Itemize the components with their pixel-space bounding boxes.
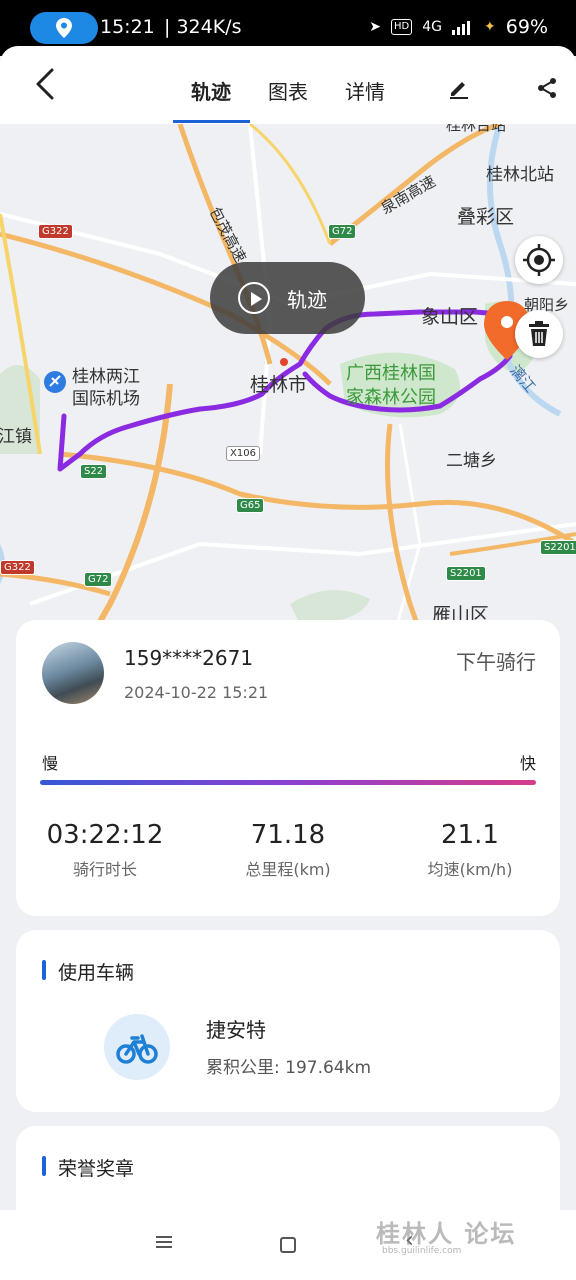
status-time: 15:21 xyxy=(100,16,155,38)
stat-avg-speed: 21.1 均速(km/h) xyxy=(385,820,555,880)
road-badge-g72-2: G72 xyxy=(84,572,113,587)
delete-button[interactable] xyxy=(515,310,563,358)
road-badge-g72: G72 xyxy=(328,224,357,239)
forum-watermark: 桂林人 论坛 xyxy=(376,1220,517,1248)
locate-button[interactable] xyxy=(515,236,563,284)
edit-button[interactable] xyxy=(447,76,471,100)
map-label-xiangshan: 象山区 xyxy=(421,306,479,328)
stat-distance: 71.18 总里程(km) xyxy=(203,820,373,880)
bicycle-icon xyxy=(116,1034,158,1064)
vehicle-name: 捷安特 xyxy=(206,1018,266,1042)
forum-watermark-url: bbs.guilinlife.com xyxy=(382,1246,462,1256)
map-label-airport-2: 国际机场 xyxy=(72,389,140,409)
stat-avg-speed-label: 均速(km/h) xyxy=(427,860,513,879)
chevron-left-icon xyxy=(36,68,54,100)
speed-fast-label: 快 xyxy=(519,754,536,773)
map-label-guilin-city: 桂林市 xyxy=(250,374,308,396)
vehicle-card[interactable]: 使用车辆 捷安特 累积公里: 197.64km xyxy=(16,930,560,1112)
stat-distance-label: 总里程(km) xyxy=(245,860,331,879)
battery-label: 69% xyxy=(505,16,548,38)
vehicle-mileage: 累积公里: 197.64km xyxy=(206,1058,372,1078)
location-pin-icon xyxy=(56,18,72,38)
stat-duration-label: 骑行时长 xyxy=(72,860,137,879)
share-icon xyxy=(538,78,556,98)
map-label-forest-park-2: 家森林公园 xyxy=(346,387,436,408)
user-name: 159****2671 xyxy=(124,646,254,670)
road-badge-g322-2: G322 xyxy=(0,560,35,575)
avatar[interactable] xyxy=(42,642,104,704)
play-track-label: 轨迹 xyxy=(287,288,327,312)
ride-type: 下午骑行 xyxy=(456,650,536,674)
crosshair-icon xyxy=(523,244,555,276)
active-tab-indicator xyxy=(173,120,250,123)
trash-icon xyxy=(529,321,549,346)
ride-datetime: 2024-10-22 15:21 xyxy=(124,683,269,702)
network-type-label: 4G xyxy=(422,19,443,35)
road-badge-s22: S22 xyxy=(80,464,108,479)
map-label-jiang-town: 江镇 xyxy=(0,427,32,447)
nav-home-button[interactable] xyxy=(280,1237,296,1253)
road-badge-s2201: S2201 xyxy=(446,566,486,581)
map-label-guilin-top: 桂林台站 xyxy=(446,124,507,134)
map-label-guilin-north: 桂林北站 xyxy=(486,165,554,185)
notification-app-icon: ✦ xyxy=(484,19,496,35)
road-badge-g65: G65 xyxy=(236,498,265,513)
share-button[interactable] xyxy=(535,76,559,100)
tab-track[interactable]: 轨迹 xyxy=(191,76,231,105)
map-label-diecai: 叠彩区 xyxy=(457,206,515,228)
hd-icon: HD xyxy=(391,19,413,35)
status-network-speed: | 324K/s xyxy=(164,16,242,38)
medal-section-title: 荣誉奖章 xyxy=(42,1154,134,1181)
stat-duration-value: 03:22:12 xyxy=(46,820,164,850)
map-label-forest-park-1: 广西桂林国 xyxy=(346,363,436,384)
bike-avatar xyxy=(104,1014,170,1080)
play-icon xyxy=(238,282,270,314)
signal-icon xyxy=(452,21,471,35)
play-track-button[interactable]: 轨迹 xyxy=(210,262,365,334)
road-badge-s2201-2: S2201 xyxy=(540,540,576,555)
location-indicator xyxy=(30,12,98,44)
speed-slow-label: 慢 xyxy=(42,754,59,773)
map-label-erpoxiang: 二塘乡 xyxy=(446,451,497,471)
stat-duration: 03:22:12 骑行时长 xyxy=(20,820,190,880)
ride-summary-card: 159****2671 2024-10-22 15:21 下午骑行 慢 快 03… xyxy=(16,620,560,916)
back-button[interactable] xyxy=(30,64,60,104)
status-right-icons: ➤ HD 4G ✦ 69% xyxy=(369,16,548,38)
stat-avg-speed-value: 21.1 xyxy=(441,820,499,850)
nav-menu-button[interactable] xyxy=(156,1234,172,1253)
pencil-icon xyxy=(450,82,468,99)
vehicle-section-title: 使用车辆 xyxy=(42,958,134,985)
stat-distance-value: 71.18 xyxy=(250,820,326,850)
road-badge-x106: X106 xyxy=(226,446,260,461)
top-nav-header: 轨迹 图表 详情 xyxy=(0,46,576,124)
menu-icon xyxy=(156,1236,172,1248)
road-badge-g322: G322 xyxy=(38,224,73,239)
speed-gradient-bar xyxy=(40,780,536,785)
tab-detail[interactable]: 详情 xyxy=(345,76,385,105)
tab-chart[interactable]: 图表 xyxy=(268,76,308,105)
navigation-arrow-icon: ➤ xyxy=(369,19,382,35)
